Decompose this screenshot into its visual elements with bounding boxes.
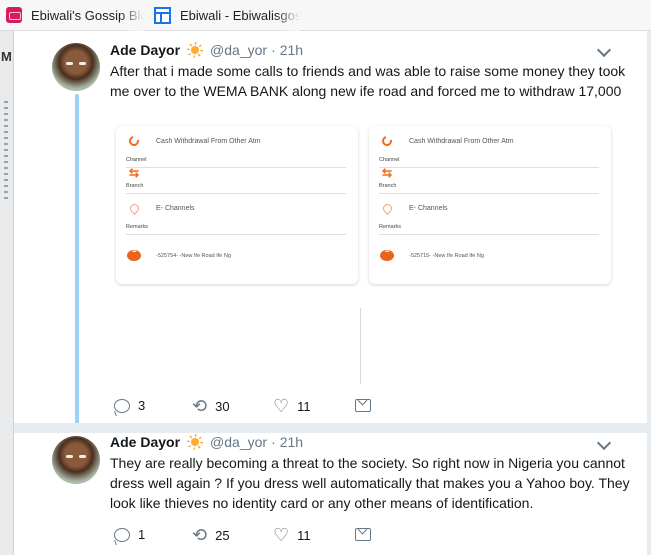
- location-pin-icon: [380, 202, 394, 215]
- media-divider: [360, 308, 361, 384]
- swap-icon: ⇆: [128, 166, 140, 180]
- tweet-author: Ade Dayor @da_yor · 21h: [110, 433, 303, 451]
- bookmark-ebiwali-gossip-blog[interactable]: Ebiwali's Gossip Blog: [2, 0, 144, 31]
- retweet-button[interactable]: ⟲ 30: [192, 396, 230, 416]
- author-name[interactable]: Ade Dayor: [110, 434, 180, 450]
- retweet-icon: ⟲: [192, 396, 208, 416]
- remarks-label: Remarks: [379, 224, 402, 230]
- reply-button[interactable]: 3: [114, 398, 145, 413]
- direct-message-icon: [355, 399, 371, 412]
- branch-label: Branch: [379, 183, 397, 189]
- heart-icon: ♡: [273, 525, 290, 545]
- thread-connector-line: [75, 94, 79, 430]
- tweet-text: After that i made some calls to friends …: [110, 63, 626, 99]
- chevron-down-icon[interactable]: [596, 436, 612, 452]
- retweet-icon: ⟲: [192, 525, 208, 545]
- refresh-icon: [127, 134, 141, 148]
- channel-label: Channel: [379, 157, 400, 163]
- branch-value: E- Channels: [156, 205, 195, 212]
- timeline-border: [647, 31, 651, 555]
- sliver-letter: M: [1, 49, 12, 64]
- direct-message-button[interactable]: [355, 399, 371, 412]
- channel-label: Channel: [126, 157, 147, 163]
- avatar[interactable]: [52, 43, 100, 91]
- remarks-label: Remarks: [126, 224, 149, 230]
- heart-icon: ♡: [273, 396, 290, 416]
- like-count: 11: [297, 527, 311, 543]
- tweet-timestamp[interactable]: 21h: [280, 42, 303, 58]
- like-count: 11: [297, 398, 311, 414]
- chat-icon: [380, 249, 394, 261]
- reply-icon: [114, 527, 130, 542]
- swap-icon: ⇆: [381, 166, 393, 180]
- reply-button[interactable]: 1: [114, 527, 145, 542]
- adjacent-window-sliver: M: [0, 31, 14, 555]
- tweet-timestamp[interactable]: 21h: [280, 434, 303, 450]
- reply-icon: [114, 398, 130, 413]
- tweet-separator: [14, 423, 651, 433]
- author-handle[interactable]: @da_yor: [210, 42, 267, 58]
- reply-count: 1: [138, 527, 146, 542]
- remarks-value: -525754- -New Ife Road Ife Ng: [156, 252, 231, 259]
- bookmark-ebiwali[interactable]: Ebiwali - Ebiwalisgossip: [150, 0, 300, 31]
- author-handle[interactable]: @da_yor: [210, 434, 267, 450]
- blog-favicon-icon: [6, 7, 22, 23]
- like-button[interactable]: ♡ 11: [273, 396, 311, 416]
- page-favicon-icon: [154, 6, 171, 24]
- refresh-icon: [380, 134, 394, 148]
- sun-icon: [186, 41, 204, 59]
- chat-icon: [127, 249, 141, 261]
- location-pin-icon: [127, 202, 141, 215]
- direct-message-icon: [355, 528, 371, 541]
- branch-value: E- Channels: [409, 205, 448, 212]
- retweet-button[interactable]: ⟲ 25: [192, 525, 230, 545]
- bookmarks-bar: Ebiwali's Gossip Blog Ebiwali - Ebiwalis…: [0, 0, 651, 31]
- direct-message-button[interactable]: [355, 528, 371, 541]
- media-image[interactable]: Cash Withdrawal From Other Atm Channel ⇆…: [369, 126, 611, 284]
- sun-icon: [186, 433, 204, 451]
- branch-label: Branch: [126, 183, 144, 189]
- retweet-count: 25: [215, 527, 230, 543]
- like-button[interactable]: ♡ 11: [273, 525, 311, 545]
- chevron-down-icon[interactable]: [596, 43, 612, 59]
- transaction-type: Cash Withdrawal From Other Atm: [409, 137, 514, 145]
- media-image[interactable]: Cash Withdrawal From Other Atm Channel ⇆…: [116, 126, 358, 284]
- tweet-author: Ade Dayor @da_yor · 21h: [110, 41, 303, 59]
- avatar[interactable]: [52, 436, 100, 484]
- transaction-type: Cash Withdrawal From Other Atm: [156, 137, 261, 145]
- separator-dot: ·: [271, 42, 276, 58]
- retweet-count: 30: [215, 398, 230, 414]
- reply-count: 3: [138, 398, 146, 413]
- remarks-value: -525715- -New Ife Road Ife Ng: [409, 252, 484, 259]
- tweet-text: They are really becoming a threat to the…: [110, 455, 630, 511]
- author-name[interactable]: Ade Dayor: [110, 42, 180, 58]
- separator-dot: ·: [271, 434, 276, 450]
